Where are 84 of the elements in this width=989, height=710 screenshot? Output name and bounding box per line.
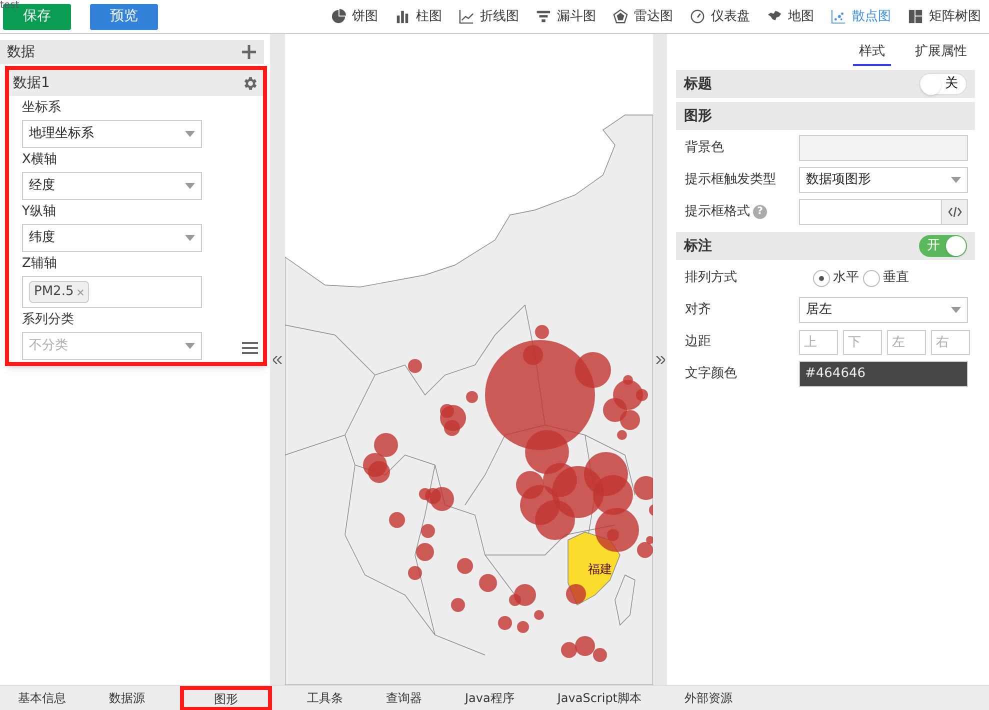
bar-chart-icon bbox=[395, 9, 410, 24]
pentagon-icon bbox=[613, 9, 628, 24]
treemap-icon bbox=[908, 9, 923, 24]
bottom-tab[interactable]: 数据源 bbox=[101, 686, 153, 710]
select-value: 居左 bbox=[806, 301, 832, 320]
bottom-tab[interactable]: JavaScript脚本 bbox=[549, 686, 650, 710]
chart-type-button[interactable]: 仪表盘 bbox=[690, 6, 750, 26]
region-label: 福建 bbox=[588, 561, 612, 578]
select-field[interactable]: 经度 bbox=[22, 172, 202, 200]
margin-input-field[interactable]: 左 bbox=[887, 330, 926, 354]
tag-chip: PM2.5 bbox=[29, 281, 89, 303]
section-title: 图形 bbox=[684, 106, 712, 126]
color-field[interactable]: #464646 bbox=[799, 361, 968, 387]
property-label: 对齐 bbox=[685, 301, 711, 320]
chart-type-button[interactable]: 雷达图 bbox=[613, 6, 673, 26]
caret-icon bbox=[185, 131, 195, 137]
gauge-icon bbox=[690, 9, 705, 24]
tag-input-field[interactable]: PM2.5 bbox=[22, 276, 202, 308]
select-placeholder: 不分类 bbox=[29, 337, 68, 356]
field-label: 坐标系 bbox=[22, 99, 62, 117]
radio-option[interactable]: 水平 bbox=[813, 268, 859, 288]
field-label: X横轴 bbox=[22, 151, 58, 169]
bottom-tab[interactable]: 工具条 bbox=[299, 686, 351, 710]
property-tab[interactable]: 样式 bbox=[853, 42, 891, 66]
property-tab[interactable]: 扩展属性 bbox=[909, 42, 973, 66]
toggle-knob bbox=[921, 75, 941, 95]
format-input-field[interactable] bbox=[799, 199, 968, 225]
bottom-tab[interactable]: Java程序 bbox=[457, 686, 522, 710]
field-label: Y纵轴 bbox=[22, 203, 57, 221]
toggle-knob bbox=[946, 236, 966, 256]
radio-option[interactable]: 垂直 bbox=[863, 268, 909, 288]
series-title: 数据1 bbox=[13, 74, 50, 92]
bottom-tab[interactable]: 基本信息 bbox=[10, 686, 74, 710]
chart-type-button[interactable]: 矩阵树图 bbox=[908, 6, 981, 26]
color-field[interactable] bbox=[799, 135, 968, 161]
chart-type-button[interactable]: 漏斗图 bbox=[536, 6, 596, 26]
chart-type-button[interactable]: 柱图 bbox=[395, 6, 442, 26]
code-icon bbox=[948, 207, 962, 217]
margin-input-field[interactable]: 上 bbox=[799, 330, 838, 354]
caret-icon bbox=[185, 235, 195, 241]
property-label: 文字颜色 bbox=[685, 365, 737, 384]
preview-button[interactable]: 预览 bbox=[90, 4, 158, 30]
collapse-left-icon[interactable] bbox=[273, 356, 282, 364]
section-title: 标题 bbox=[684, 74, 712, 94]
caret-icon bbox=[951, 307, 961, 313]
chart-type-button[interactable]: 饼图 bbox=[331, 6, 378, 26]
bottom-tab[interactable]: 图形 bbox=[180, 686, 272, 710]
chart-type-button[interactable]: 地图 bbox=[767, 6, 814, 26]
code-button[interactable] bbox=[941, 200, 967, 224]
add-icon[interactable] bbox=[241, 44, 257, 60]
chart-type-button[interactable]: 折线图 bbox=[459, 6, 519, 26]
caret-icon bbox=[185, 183, 195, 189]
toggle-switch[interactable]: 关 bbox=[919, 73, 967, 95]
bottom-tab[interactable]: 外部资源 bbox=[676, 686, 741, 710]
select-field[interactable]: 地理坐标系 bbox=[22, 120, 202, 148]
menu-icon[interactable] bbox=[242, 342, 258, 354]
select-value: 经度 bbox=[29, 177, 55, 196]
select-value: 纬度 bbox=[29, 229, 55, 248]
bottom-tab[interactable]: 查询器 bbox=[378, 686, 430, 710]
property-label: 排列方式 bbox=[685, 269, 737, 288]
select-field[interactable]: 数据项图形 bbox=[799, 167, 968, 193]
margin-input-field[interactable]: 下 bbox=[843, 330, 882, 354]
property-label: 提示框触发类型 bbox=[685, 171, 776, 190]
field-label: 系列分类 bbox=[22, 311, 75, 329]
caret-icon bbox=[185, 343, 195, 349]
select-field[interactable]: 居左 bbox=[799, 297, 968, 323]
select-value: 地理坐标系 bbox=[29, 125, 94, 144]
line-chart-icon bbox=[459, 9, 474, 24]
property-label: 背景色 bbox=[685, 139, 724, 158]
field-label: Z辅轴 bbox=[22, 255, 58, 273]
margin-input-field[interactable]: 右 bbox=[931, 330, 970, 354]
select-value: 数据项图形 bbox=[806, 171, 871, 190]
pie-chart-icon bbox=[331, 9, 346, 24]
section-title: 标注 bbox=[684, 236, 712, 256]
funnel-icon bbox=[536, 9, 551, 24]
select-field[interactable]: 纬度 bbox=[22, 224, 202, 252]
property-label: 提示框格式 bbox=[685, 203, 750, 222]
remove-icon[interactable] bbox=[76, 288, 84, 296]
expand-right-icon[interactable] bbox=[656, 356, 664, 364]
settings-icon[interactable] bbox=[242, 74, 259, 92]
panel-title: 数据 bbox=[7, 42, 35, 62]
property-label: 边距 bbox=[685, 333, 711, 352]
scatter-chart-icon bbox=[831, 9, 846, 24]
caret-icon bbox=[951, 177, 961, 183]
